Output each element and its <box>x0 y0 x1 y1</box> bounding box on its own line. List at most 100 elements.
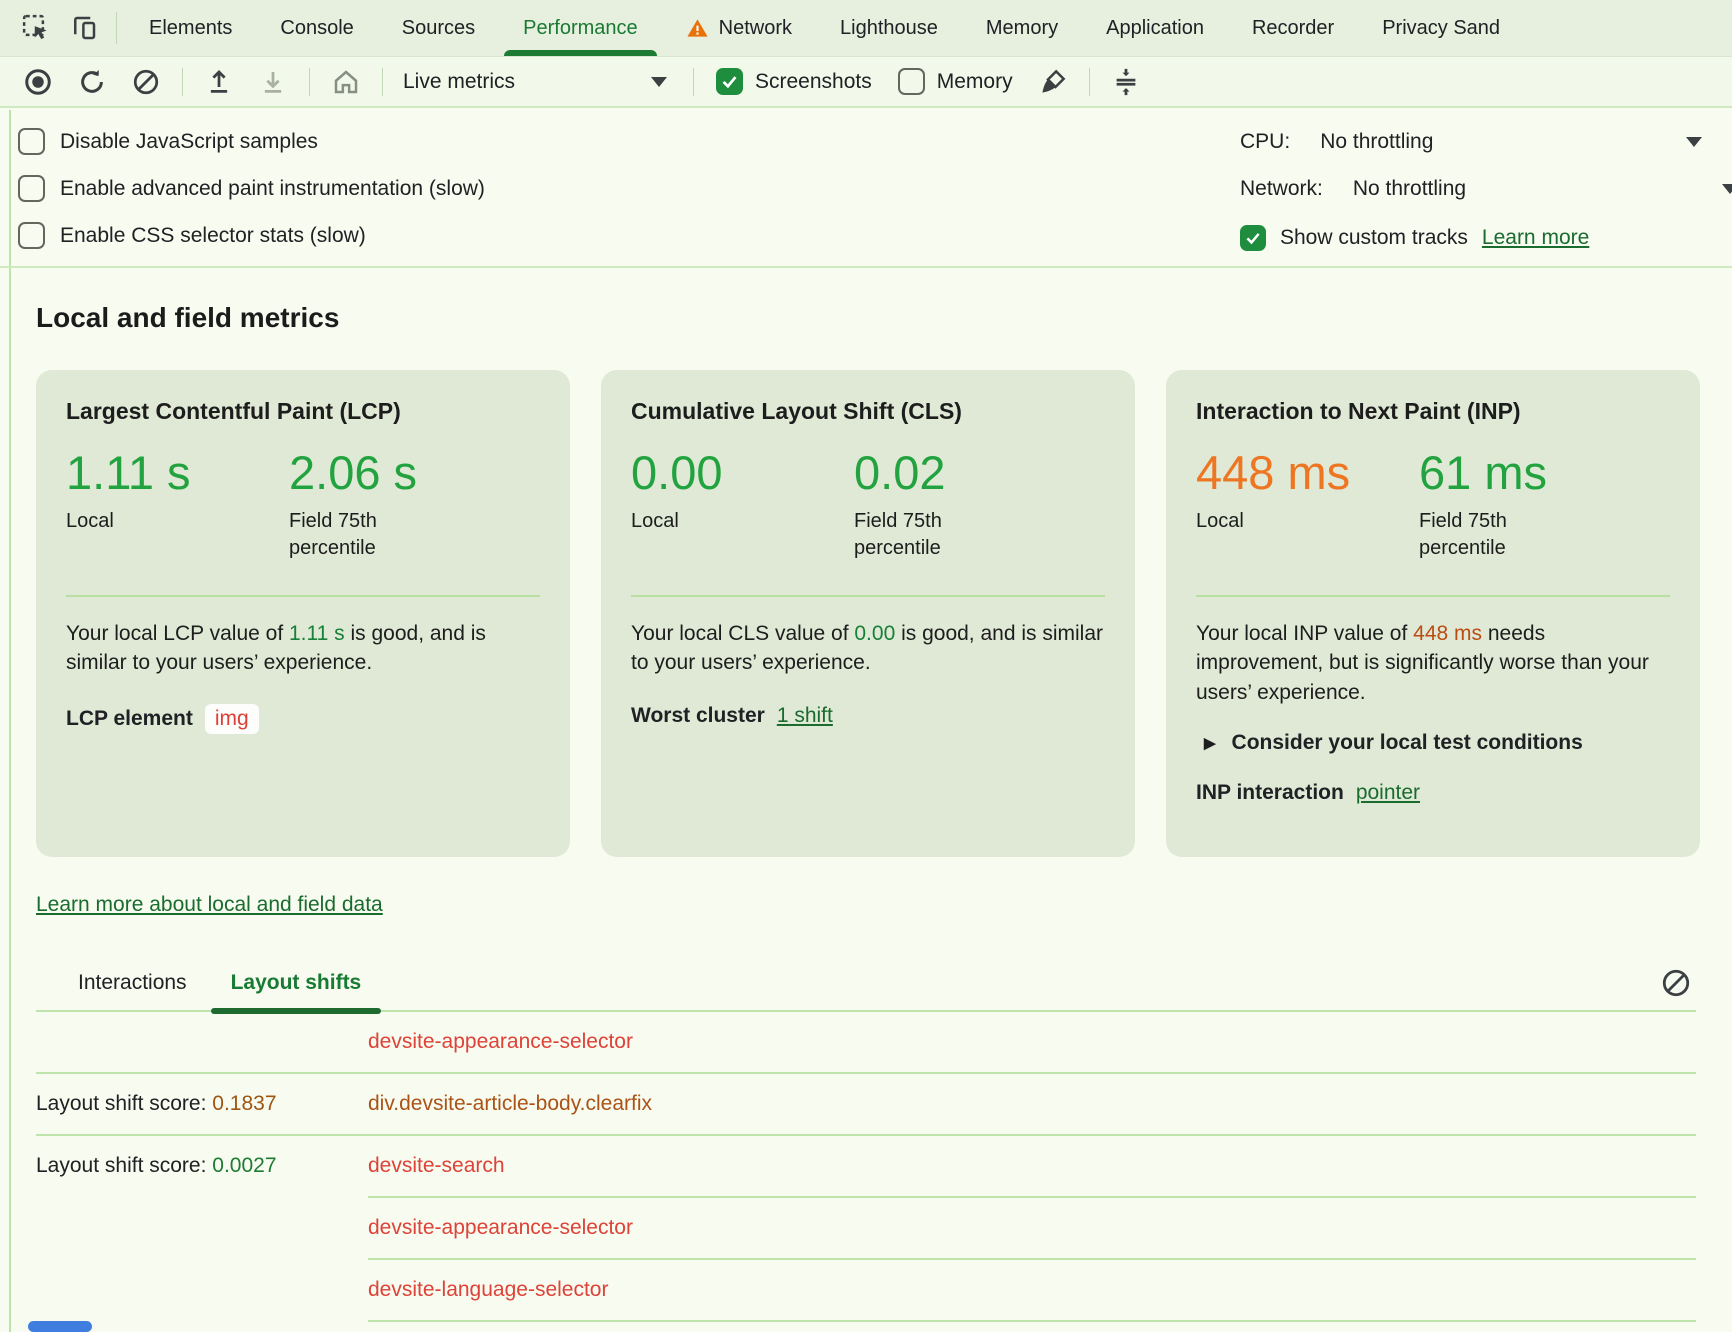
local-value-label: Local <box>1196 508 1419 535</box>
field-value-column: 0.02Field 75th percentile <box>854 447 979 595</box>
footer-link[interactable]: 1 shift <box>777 704 833 728</box>
tab-label: Privacy Sand <box>1382 17 1500 40</box>
inspect-element-button[interactable] <box>12 0 60 56</box>
gc-button[interactable] <box>1027 62 1079 102</box>
screenshots-checkbox[interactable] <box>716 68 743 95</box>
memory-toggle[interactable]: Memory <box>886 68 1025 95</box>
save-profile-button[interactable] <box>247 62 299 102</box>
log-tab-layout-shifts[interactable]: Layout shifts <box>209 971 384 1010</box>
tab-label: Sources <box>402 17 475 40</box>
record-icon <box>23 67 53 97</box>
tab-sources[interactable]: Sources <box>378 0 499 56</box>
divider <box>382 68 383 96</box>
reload-icon <box>77 67 107 97</box>
chevron-down-icon <box>1722 184 1732 194</box>
metric-description-value: 1.11 s <box>289 622 345 645</box>
chevron-down-icon <box>1686 137 1702 147</box>
shifted-element-link[interactable]: devsite-appearance-selector <box>368 1030 1696 1054</box>
shifted-element-link[interactable]: devsite-appearance-selector <box>368 1216 1696 1240</box>
layout-shift-row: Layout shift score: 0.0027 devsite-search <box>36 1136 1696 1196</box>
metric-card-footer: Worst cluster 1 shift <box>631 704 1105 728</box>
element-chip[interactable]: img <box>205 704 259 734</box>
tab-label: Elements <box>149 17 232 40</box>
learn-more-link[interactable]: Learn more <box>1482 226 1589 250</box>
local-value-label: Local <box>631 508 854 535</box>
page-title: Local and field metrics <box>36 302 1696 334</box>
shifted-element-link[interactable]: devsite-search <box>368 1154 1696 1178</box>
layout-shift-row: div.devsite-floating-action-buttons <box>36 1322 1696 1332</box>
tab-label: Lighthouse <box>840 17 938 40</box>
metric-card-inp: Interaction to Next Paint (INP) 448 ms Loc… <box>1166 370 1700 857</box>
footer-link[interactable]: pointer <box>1356 781 1420 805</box>
home-button[interactable] <box>320 62 372 102</box>
throttling-controls: CPU: No throttling Network: No throttlin… <box>1240 118 1732 264</box>
local-value-label: Local <box>66 508 289 535</box>
tab-lighthouse[interactable]: Lighthouse <box>816 0 962 56</box>
load-profile-button[interactable] <box>193 62 245 102</box>
tab-application[interactable]: Application <box>1082 0 1228 56</box>
horizontal-scrollbar-thumb[interactable] <box>28 1321 92 1332</box>
home-icon <box>331 67 361 97</box>
reload-and-record-button[interactable] <box>66 62 118 102</box>
metric-description-text: Your local LCP value of <box>66 622 289 645</box>
metric-card-title: Interaction to Next Paint (INP) <box>1196 398 1670 425</box>
cpu-throttling-select[interactable]: CPU: No throttling <box>1240 118 1732 165</box>
clear-log-button[interactable] <box>1660 967 1692 999</box>
collapse-button[interactable] <box>1100 62 1152 102</box>
clear-icon <box>131 67 161 97</box>
local-value: 1.11 s <box>66 447 289 499</box>
inspect-icon <box>21 13 51 43</box>
tab-network[interactable]: Network <box>662 0 816 56</box>
enable-advanced-paint-instrumentation-slow--checkbox[interactable] <box>18 175 45 202</box>
capture-settings: Disable JavaScript samples Enable advance… <box>0 108 1732 268</box>
tab-label: Application <box>1106 17 1204 40</box>
field-value: 0.02 <box>854 447 979 499</box>
tab-performance[interactable]: Performance <box>499 0 662 56</box>
tab-recorder[interactable]: Recorder <box>1228 0 1358 56</box>
network-throttling-select[interactable]: Network: No throttling <box>1240 165 1732 212</box>
live-metrics-view: Local and field metrics Largest Contentf… <box>0 302 1732 1332</box>
disable-javascript-samples-checkbox[interactable] <box>18 128 45 155</box>
network-label: Network: <box>1240 177 1323 201</box>
screenshots-toggle[interactable]: Screenshots <box>704 68 884 95</box>
clear-button[interactable] <box>120 62 172 102</box>
shifted-element-link[interactable]: devsite-language-selector <box>368 1278 1696 1302</box>
layout-shift-row: devsite-appearance-selector <box>36 1198 1696 1258</box>
memory-checkbox[interactable] <box>898 68 925 95</box>
local-test-conditions-disclosure[interactable]: ▶Consider your local test conditions <box>1196 731 1670 755</box>
field-data-learn-more-link[interactable]: Learn more about local and field data <box>36 893 383 917</box>
enable-css-selector-stats-slow--checkbox[interactable] <box>18 222 45 249</box>
local-value-column: 1.11 s Local <box>66 447 289 595</box>
log-tab-interactions[interactable]: Interactions <box>56 971 209 1010</box>
tab-label: Memory <box>986 17 1058 40</box>
screenshots-label: Screenshots <box>755 70 872 94</box>
record-button[interactable] <box>12 62 64 102</box>
score-value: 0.0027 <box>212 1154 276 1177</box>
metric-card-title: Cumulative Layout Shift (CLS) <box>631 398 1105 425</box>
field-value-label: Field 75th percentile <box>289 508 414 562</box>
device-toolbar-button[interactable] <box>60 0 108 56</box>
footer-label: Worst cluster <box>631 704 765 728</box>
metric-description: Your local INP value of 448 ms needs imp… <box>1196 619 1670 707</box>
metric-card-cls: Cumulative Layout Shift (CLS)0.00Local0.… <box>601 370 1135 857</box>
tab-memory[interactable]: Memory <box>962 0 1082 56</box>
brush-icon <box>1038 67 1068 97</box>
score-label: Layout shift score: <box>36 1154 212 1177</box>
tab-console[interactable]: Console <box>256 0 377 56</box>
local-value: 448 ms <box>1196 447 1419 499</box>
shifted-element-link[interactable]: div.devsite-article-body.clearfix <box>368 1092 1696 1116</box>
layout-shift-score-cell: Layout shift score: 0.1837 <box>36 1092 368 1116</box>
layout-shift-row: devsite-appearance-selector <box>36 1012 1696 1072</box>
show-custom-tracks-checkbox[interactable] <box>1240 225 1266 251</box>
tab-privacy-sand[interactable]: Privacy Sand <box>1358 0 1524 56</box>
footer-label: INP interaction <box>1196 781 1344 805</box>
setting-label: Enable advanced paint instrumentation (s… <box>60 177 485 201</box>
device-toolbar-icon <box>69 13 99 43</box>
log-tab-strip: InteractionsLayout shifts <box>36 971 1696 1012</box>
setting-label: Disable JavaScript samples <box>60 130 318 154</box>
cpu-value: No throttling <box>1320 130 1433 154</box>
layout-shift-rows: devsite-appearance-selector Layout shift … <box>36 1012 1696 1332</box>
panel-mode-select[interactable]: Live metrics <box>393 62 683 102</box>
tab-elements[interactable]: Elements <box>125 0 256 56</box>
metric-card-footer: INP interaction pointer <box>1196 781 1670 805</box>
